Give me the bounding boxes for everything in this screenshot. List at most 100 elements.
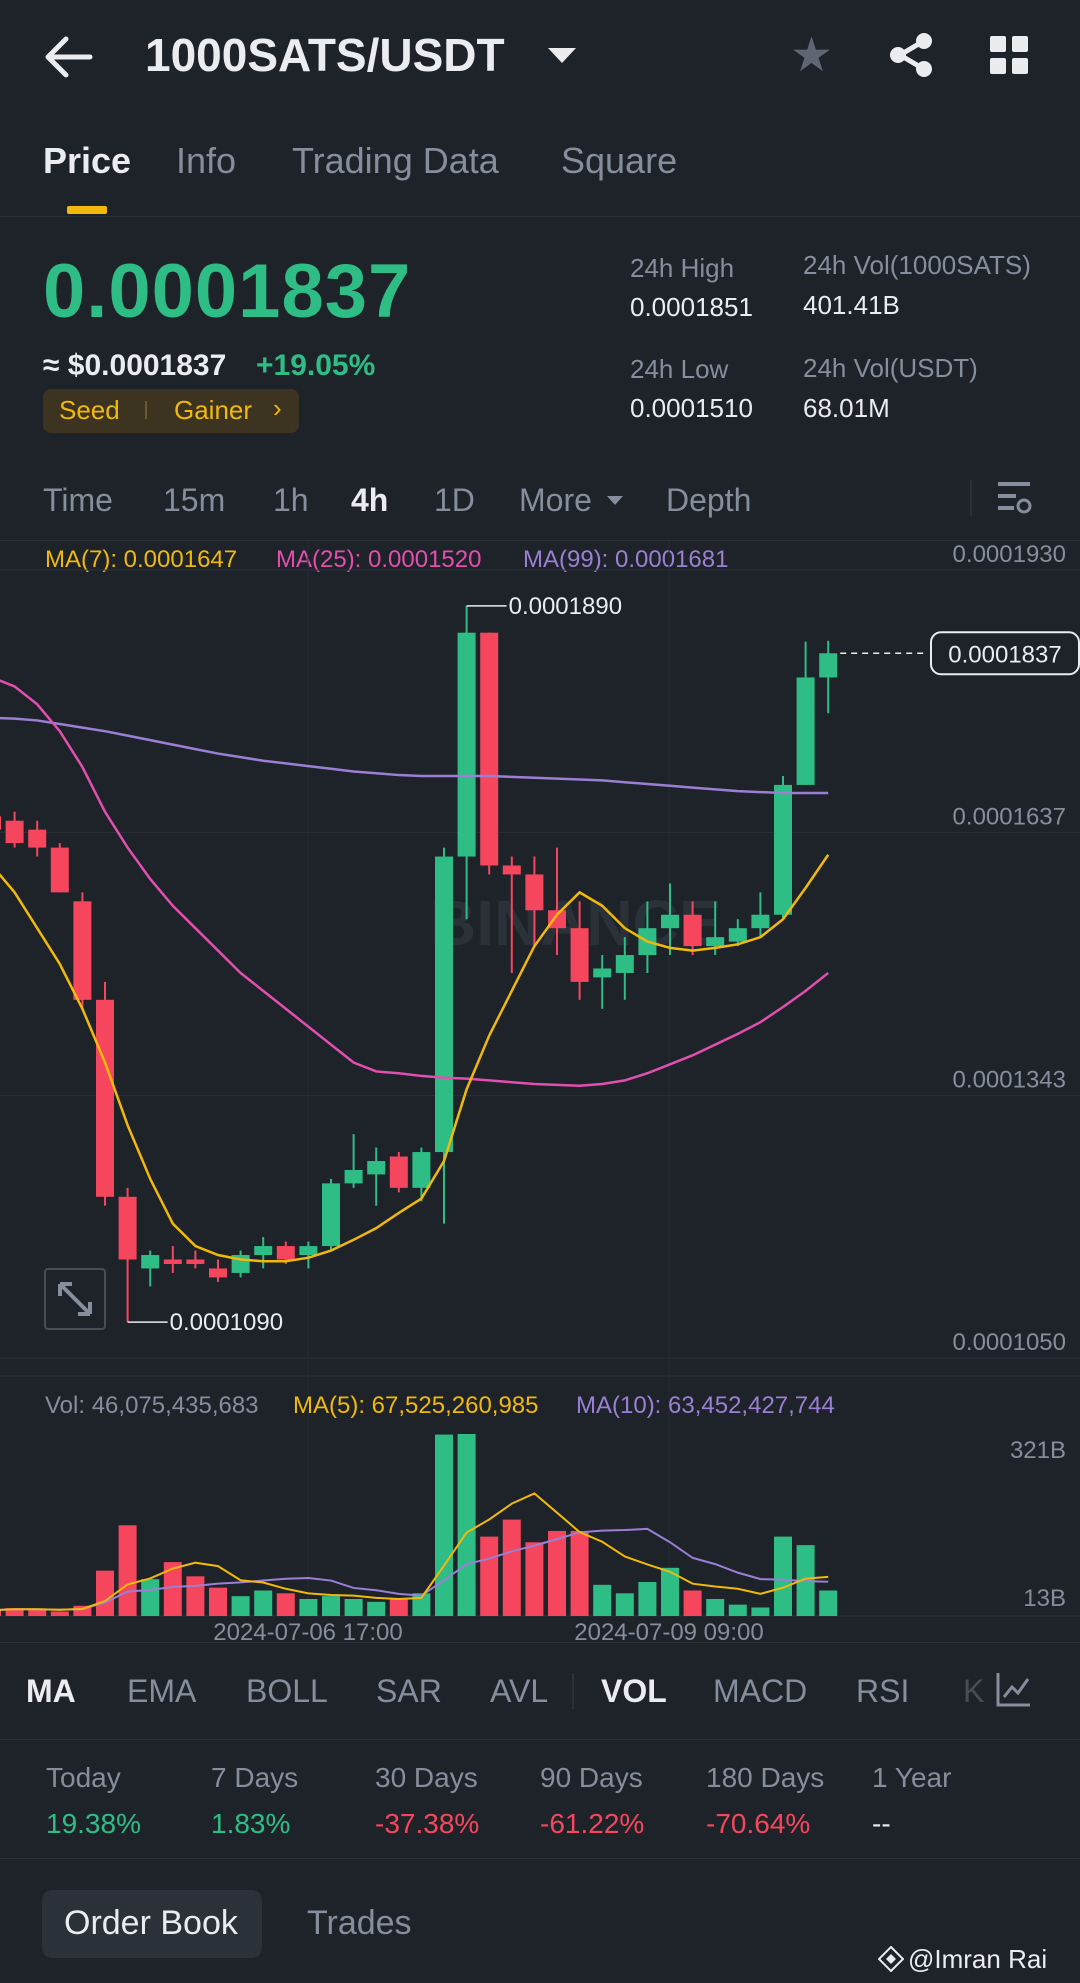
interval-15m[interactable]: 15m xyxy=(163,482,225,519)
indicator-boll[interactable]: BOLL xyxy=(246,1673,328,1710)
candles xyxy=(0,605,838,1323)
price-change-percent: +19.05% xyxy=(256,349,376,382)
candle-body xyxy=(367,1161,386,1175)
ma25-line xyxy=(0,679,829,1088)
volume-bar xyxy=(0,1610,1,1616)
volume-bar xyxy=(457,1434,476,1616)
volume-bars xyxy=(0,1434,838,1616)
candle-body xyxy=(389,1156,408,1188)
trades-tab[interactable]: Trades xyxy=(307,1904,412,1943)
candle-body xyxy=(706,937,725,947)
price-chart[interactable]: BINANCE 0.00019300.00016370.00013430.000… xyxy=(0,540,1080,1650)
tag-badges[interactable]: Seed Gainer › xyxy=(43,389,299,433)
binance-logo-icon xyxy=(878,1946,904,1972)
share-icon[interactable] xyxy=(888,32,934,78)
volume-bar xyxy=(231,1596,250,1616)
candle-body xyxy=(254,1246,273,1256)
interval-depth[interactable]: Depth xyxy=(666,482,751,519)
volume-bar xyxy=(728,1604,747,1616)
volume-bar xyxy=(299,1598,318,1616)
volume-bar xyxy=(254,1590,273,1616)
indicator-avl[interactable]: AVL xyxy=(490,1673,548,1710)
interval-1d[interactable]: 1D xyxy=(434,482,475,519)
indicator-ma[interactable]: MA xyxy=(26,1673,76,1710)
more-caret-icon xyxy=(607,496,623,505)
price-markers: 0.0001890 0.0001090 0.0001837 xyxy=(127,593,1080,1336)
candle-body xyxy=(73,901,92,1000)
fullscreen-expand-button[interactable] xyxy=(44,1268,106,1330)
candle-body xyxy=(480,632,499,866)
indicator-rsi[interactable]: RSI xyxy=(856,1673,909,1710)
vol-legend: Vol: 46,075,435,683 xyxy=(45,1392,259,1419)
volume-bar xyxy=(344,1598,363,1616)
vol-ma10-legend: MA(10): 63,452,427,744 xyxy=(576,1392,835,1419)
stat-24h-vol-quote-label: 24h Vol(USDT) xyxy=(803,353,978,383)
indicator-vol[interactable]: VOL xyxy=(601,1673,667,1710)
candle-body xyxy=(163,1259,182,1264)
candle-body xyxy=(276,1246,295,1260)
order-book-tab[interactable]: Order Book xyxy=(42,1890,262,1958)
candle-body xyxy=(299,1246,318,1256)
order-book-label: Order Book xyxy=(64,1904,238,1942)
pair-title[interactable]: 1000SATS/USDT xyxy=(145,28,505,82)
current-price-label: 0.0001837 xyxy=(948,641,1061,668)
indicator-settings-icon[interactable] xyxy=(994,1669,1034,1709)
performance-label: 7 Days xyxy=(211,1762,299,1793)
performance-label: 30 Days xyxy=(375,1762,478,1793)
volume-bar xyxy=(389,1598,408,1616)
candle-body xyxy=(141,1255,160,1269)
interval-more[interactable]: More xyxy=(519,482,592,519)
volume-bar xyxy=(163,1562,182,1616)
tab-price[interactable]: Price xyxy=(43,140,131,182)
volume-bar xyxy=(570,1530,589,1616)
stat-24h-low-label: 24h Low xyxy=(630,354,729,384)
chevron-right-icon: › xyxy=(273,393,282,423)
candle-body xyxy=(502,865,521,875)
volume-bar xyxy=(751,1607,770,1616)
chart-settings-icon[interactable] xyxy=(996,478,1032,518)
grid-menu-icon[interactable] xyxy=(990,36,1030,76)
candle-body xyxy=(774,784,792,915)
performance-value: -70.64% xyxy=(706,1808,811,1839)
favorite-star-icon[interactable]: ★ xyxy=(790,32,833,80)
indicator-ema[interactable]: EMA xyxy=(127,1673,196,1710)
volume-bar xyxy=(615,1593,634,1616)
volume-bar xyxy=(141,1579,160,1616)
stat-24h-high: 0.0001851 xyxy=(630,292,753,322)
seed-tag: Seed xyxy=(59,395,120,425)
performance-label: 180 Days xyxy=(706,1762,825,1793)
candle-body xyxy=(118,1196,137,1260)
volume-bar xyxy=(118,1525,137,1616)
pair-dropdown-icon[interactable] xyxy=(548,48,576,63)
stat-24h-vol-quote: 68.01M xyxy=(803,393,890,423)
interval-4h[interactable]: 4h xyxy=(351,482,388,519)
candle-body xyxy=(209,1268,227,1278)
indicator-k[interactable]: K xyxy=(963,1673,984,1710)
candle-body xyxy=(322,1183,340,1247)
candle-body xyxy=(615,955,634,973)
candle-body xyxy=(796,677,815,785)
volume-axis-label: 321B xyxy=(1010,1437,1066,1464)
high-marker-label: 0.0001890 xyxy=(509,593,622,620)
tab-trading-data[interactable]: Trading Data xyxy=(292,140,499,182)
candle-body xyxy=(344,1169,363,1184)
back-arrow-icon[interactable] xyxy=(44,34,94,80)
tab-info[interactable]: Info xyxy=(176,140,236,182)
chart-grid xyxy=(0,540,1080,1617)
volume-bar xyxy=(706,1598,725,1616)
volume-axis-label: 13B xyxy=(1023,1585,1066,1612)
indicator-macd[interactable]: MACD xyxy=(713,1673,807,1710)
indicator-sar[interactable]: SAR xyxy=(376,1673,442,1710)
ma99-line xyxy=(0,716,829,795)
volume-bar xyxy=(774,1536,792,1616)
tab-square[interactable]: Square xyxy=(561,140,677,182)
price-axis-label: 0.0001930 xyxy=(953,541,1066,568)
candle-body xyxy=(28,829,47,848)
interval-1h[interactable]: 1h xyxy=(273,482,309,519)
interval-time[interactable]: Time xyxy=(43,482,113,519)
candle-body xyxy=(5,820,24,844)
volume-bar xyxy=(276,1593,295,1616)
volume-bar xyxy=(525,1542,544,1616)
volume-bar xyxy=(435,1434,453,1616)
usd-price: ≈ $0.0001837 xyxy=(43,349,227,382)
